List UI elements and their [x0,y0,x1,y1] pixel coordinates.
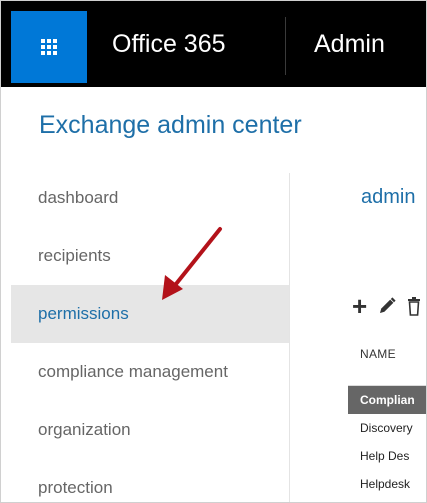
admin-section-link[interactable]: Admin [314,29,385,59]
toolbar: + [352,293,421,319]
nav-item-compliance-management[interactable]: compliance management [11,343,289,401]
nav-item-recipients[interactable]: recipients [11,227,289,285]
table-row[interactable]: Help Des [348,442,426,470]
nav-item-organization[interactable]: organization [11,401,289,459]
office365-brand[interactable]: Office 365 [112,29,226,59]
app-title: Exchange admin center [39,111,302,139]
annotation-arrow-icon [162,227,222,300]
left-navigation: dashboard recipients permissions complia… [11,169,289,502]
table-row[interactable]: Helpdesk [348,470,426,498]
topbar-divider [285,17,286,75]
role-groups-list: Complian Discovery Help Des Helpdesk [348,385,426,498]
column-header-name[interactable]: NAME [360,347,396,361]
app-launcher-waffle-icon [41,39,57,55]
add-icon[interactable]: + [352,293,367,319]
nav-item-permissions[interactable]: permissions [11,285,289,343]
edit-icon[interactable] [377,296,397,316]
top-navigation-bar: Office 365 Admin [1,1,426,87]
delete-icon[interactable] [407,296,421,316]
table-row[interactable]: Discovery [348,414,426,442]
table-row[interactable]: Complian [348,385,426,414]
app-launcher-button[interactable] [11,11,87,83]
nav-item-dashboard[interactable]: dashboard [11,169,289,227]
page-heading: admin [361,186,416,208]
nav-item-protection[interactable]: protection [11,459,289,502]
pane-divider [289,173,290,502]
browser-frame: Office 365 Admin Exchange admin center d… [0,0,427,503]
